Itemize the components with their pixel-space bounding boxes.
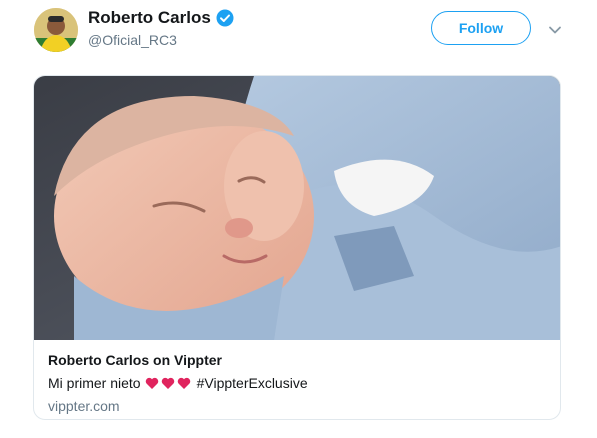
follow-button[interactable]: Follow — [431, 11, 531, 45]
card-description: Mi primer nieto #VippterExclusive — [48, 374, 546, 392]
hearts-emoji — [145, 377, 193, 390]
chevron-down-icon[interactable] — [548, 22, 562, 34]
display-name[interactable]: Roberto Carlos — [88, 8, 211, 28]
user-name-row: Roberto Carlos — [88, 8, 234, 28]
hashtag-link[interactable]: #VippterExclusive — [197, 374, 308, 392]
avatar[interactable] — [34, 8, 78, 52]
verified-badge-icon — [216, 9, 234, 27]
heart-icon — [145, 377, 158, 389]
heart-icon — [161, 377, 174, 389]
user-handle[interactable]: @Oficial_RC3 — [88, 31, 177, 49]
card-description-text: Mi primer nieto — [48, 375, 141, 391]
link-card[interactable]: Roberto Carlos on Vippter Mi primer niet… — [33, 75, 561, 420]
card-title[interactable]: Roberto Carlos on Vippter — [48, 351, 546, 369]
sleeping-baby-photo — [34, 76, 560, 340]
card-domain[interactable]: vippter.com — [48, 397, 546, 415]
heart-icon — [177, 377, 190, 389]
card-image[interactable] — [34, 76, 560, 340]
